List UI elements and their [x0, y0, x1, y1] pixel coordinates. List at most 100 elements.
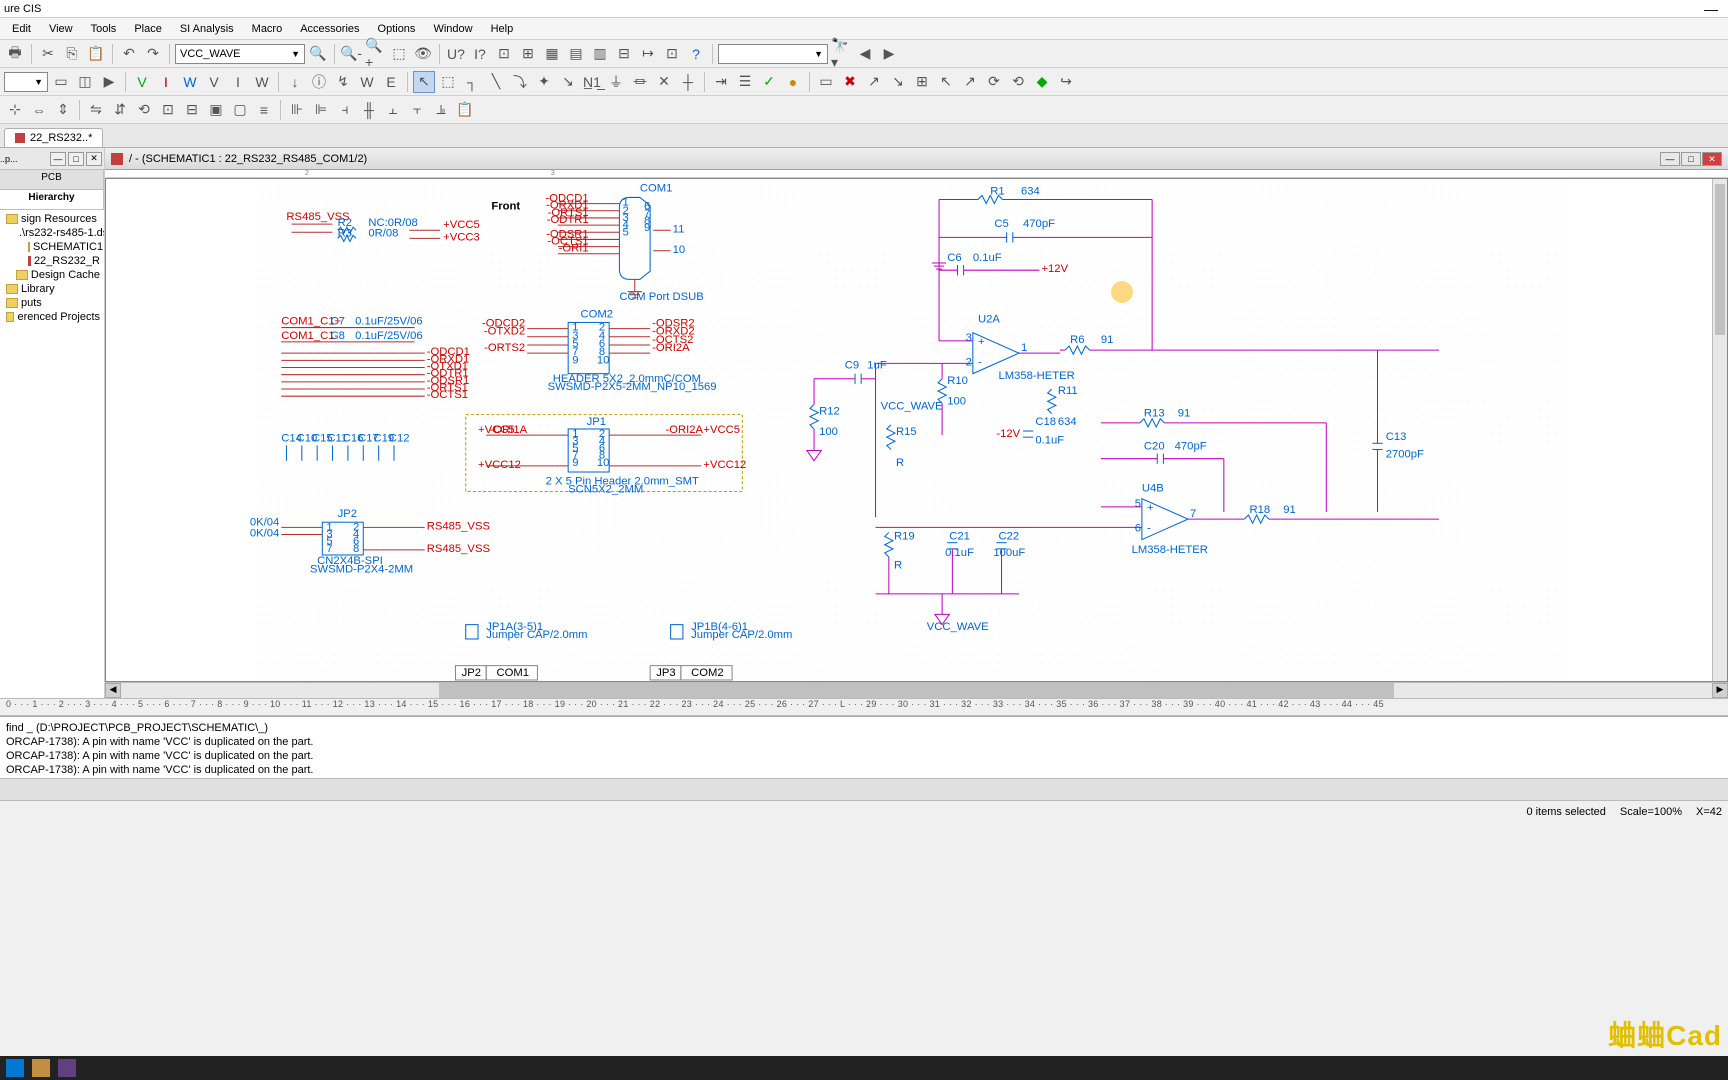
align-bottom-icon[interactable]: ⫡ — [430, 99, 452, 121]
doc-tab-schematic[interactable]: 22_RS232..* — [4, 128, 103, 147]
create-netlist-icon[interactable]: ◆ — [1031, 71, 1053, 93]
next-match-icon[interactable]: ▶ — [878, 43, 900, 65]
panel-close-icon[interactable]: ✕ — [86, 152, 102, 166]
drc-icon[interactable]: ▭ — [815, 71, 837, 93]
schem-max-icon[interactable]: □ — [1681, 152, 1701, 166]
sim-v-icon[interactable]: V — [131, 71, 153, 93]
menu-view[interactable]: View — [41, 21, 81, 37]
newpart-icon[interactable]: ↗ — [959, 71, 981, 93]
menu-accessories[interactable]: Accessories — [292, 21, 367, 37]
zoom-find-icon[interactable]: 🔍 — [307, 43, 329, 65]
menu-help[interactable]: Help — [483, 21, 522, 37]
place-part-icon[interactable]: ⬚ — [437, 71, 459, 93]
cross-probe-icon[interactable]: ↖ — [935, 71, 957, 93]
zoom-area-icon[interactable]: ⬚ — [388, 43, 410, 65]
place-ground-icon[interactable]: ⏛ — [629, 71, 651, 93]
ref-icon[interactable]: I? — [469, 43, 491, 65]
grid2-icon[interactable]: ▤ — [565, 43, 587, 65]
menu-options[interactable]: Options — [370, 21, 424, 37]
tree-dsn-file[interactable]: .\rs232-rs485-1.dsn — [2, 226, 102, 240]
place-busentry-icon[interactable]: ↘ — [557, 71, 579, 93]
menu-tools[interactable]: Tools — [83, 21, 125, 37]
part-icon[interactable]: ⊞ — [517, 43, 539, 65]
place-netalias-icon[interactable]: N̲1̲ — [581, 71, 603, 93]
taskbar-explorer-icon[interactable] — [32, 1059, 50, 1077]
order-back-icon[interactable]: ▢ — [229, 99, 251, 121]
tree-outputs[interactable]: puts — [2, 296, 102, 310]
tb2-play[interactable]: ▶ — [98, 71, 120, 93]
tree-design-resources[interactable]: sign Resources — [2, 212, 102, 226]
order-front-icon[interactable]: ▣ — [205, 99, 227, 121]
layer-icon[interactable]: ≡ — [253, 99, 275, 121]
annotate-icon[interactable]: ↗ — [863, 71, 885, 93]
sim-w-icon[interactable]: W — [179, 71, 201, 93]
taskbar-app-icon[interactable] — [58, 1059, 76, 1077]
align-left-icon[interactable]: ⫞ — [334, 99, 356, 121]
place-net-icon[interactable]: ⤵ — [509, 71, 531, 93]
tree-library[interactable]: Library — [2, 282, 102, 296]
mirror-v-icon[interactable]: ⇵ — [109, 99, 131, 121]
tab-pcb[interactable]: PCB — [0, 170, 104, 189]
tb2-2[interactable]: ◫ — [74, 71, 96, 93]
align-center-icon[interactable]: ╫ — [358, 99, 380, 121]
next-icon[interactable]: ↦ — [637, 43, 659, 65]
sim-w2-icon[interactable]: W — [251, 71, 273, 93]
search-combo[interactable]: ▼ — [718, 44, 828, 64]
menu-si-analysis[interactable]: SI Analysis — [172, 21, 242, 37]
panel-max-icon[interactable]: □ — [68, 152, 84, 166]
align-right-icon[interactable]: ⫠ — [382, 99, 404, 121]
session-log[interactable]: find _ (D:\PROJECT\PCB_PROJECT\SCHEMATIC… — [0, 716, 1728, 778]
help-icon[interactable]: ? — [685, 43, 707, 65]
notes-icon[interactable]: 📋 — [454, 99, 476, 121]
tree-design-cache[interactable]: Design Cache — [2, 268, 102, 282]
sim-w3-icon[interactable]: W — [356, 71, 378, 93]
redo-icon[interactable]: ↷ — [142, 43, 164, 65]
align-top-icon[interactable]: ⫟ — [406, 99, 428, 121]
u-icon[interactable]: U? — [445, 43, 467, 65]
zoom-in-icon[interactable]: 🔍+ — [364, 43, 386, 65]
sim-e-icon[interactable]: E — [380, 71, 402, 93]
project-tree[interactable]: sign Resources .\rs232-rs485-1.dsn SCHEM… — [0, 210, 104, 698]
mirror-h-icon[interactable]: ⇋ — [85, 99, 107, 121]
canvas-area[interactable]: Front RS485_VSS R2NC:0R/08 R30R/08 +VCC5… — [105, 178, 1728, 682]
sim-marker2-icon[interactable]: ↯ — [332, 71, 354, 93]
sim-i-icon[interactable]: I — [155, 71, 177, 93]
ungroup-icon[interactable]: ⊟ — [181, 99, 203, 121]
menu-edit[interactable]: Edit — [4, 21, 39, 37]
place-junction-icon[interactable]: ✦ — [533, 71, 555, 93]
copy-icon[interactable]: ⎘ — [61, 43, 83, 65]
binoculars-icon[interactable]: 🔭▾ — [830, 43, 852, 65]
tree-schematic1[interactable]: SCHEMATIC1 — [2, 240, 102, 254]
grid4-icon[interactable]: ⊟ — [613, 43, 635, 65]
design-sync-icon[interactable]: ⟲ — [1007, 71, 1029, 93]
place-noconnect-icon[interactable]: ✕ — [653, 71, 675, 93]
schem-min-icon[interactable]: — — [1660, 152, 1680, 166]
snap-grid-icon[interactable]: ⊹ — [4, 99, 26, 121]
minimize-icon[interactable]: — — [1704, 1, 1718, 17]
scroll-v[interactable] — [1712, 179, 1727, 681]
info-icon[interactable]: ⓘ — [308, 71, 330, 93]
sim-marker1-icon[interactable]: ↓ — [284, 71, 306, 93]
print-icon[interactable]: 🖶 — [4, 43, 26, 65]
paste-icon[interactable]: 📋 — [85, 43, 107, 65]
zoom-fit-icon[interactable]: 👁 — [412, 43, 434, 65]
scroll-left-icon[interactable]: ◀ — [105, 683, 121, 698]
back-annotate-icon[interactable]: ↘ — [887, 71, 909, 93]
sim-v2-icon[interactable]: V — [203, 71, 225, 93]
cut-icon[interactable]: ✂ — [37, 43, 59, 65]
group-icon[interactable]: ⊡ — [157, 99, 179, 121]
zoom-out-icon[interactable]: 🔍- — [340, 43, 362, 65]
menu-window[interactable]: Window — [425, 21, 480, 37]
place-text-icon[interactable]: ✓ — [758, 71, 780, 93]
align-v-icon[interactable]: ⇕ — [52, 99, 74, 121]
delete-x-icon[interactable]: ✖ — [839, 71, 861, 93]
grid3-icon[interactable]: ▥ — [589, 43, 611, 65]
grid1-icon[interactable]: ▦ — [541, 43, 563, 65]
align-h-icon[interactable]: ⇔ — [28, 99, 50, 121]
panel-min-icon[interactable]: — — [50, 152, 66, 166]
tb2-1[interactable]: ▭ — [50, 71, 72, 93]
place-wire-icon[interactable]: ┐ — [461, 71, 483, 93]
place-power-icon[interactable]: ⏚ — [605, 71, 627, 93]
undo-icon[interactable]: ↶ — [118, 43, 140, 65]
scroll-h[interactable]: ◀ ▶ — [105, 682, 1728, 698]
